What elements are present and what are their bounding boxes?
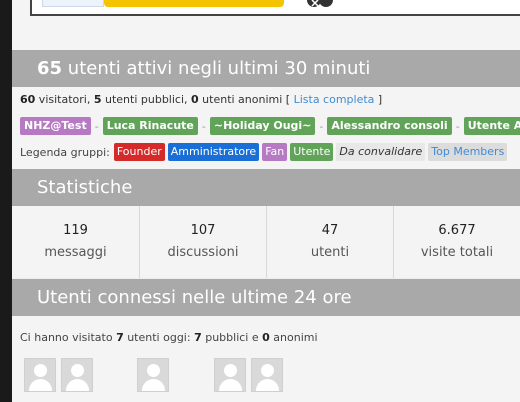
online-user-link[interactable]: ~Holiday Ougi~ xyxy=(209,117,316,135)
input-field-remnant[interactable] xyxy=(42,0,104,7)
visited-public-count: 7 xyxy=(194,331,202,344)
group-legend: Legenda gruppi: Founder Amministratore F… xyxy=(20,143,510,161)
online-user-link[interactable]: Alessandro consoli xyxy=(327,117,452,135)
visited-anon-count: 0 xyxy=(262,331,270,344)
stat-label: visite totali xyxy=(420,245,494,260)
online-users-count: 65 xyxy=(37,58,63,79)
online-user-link[interactable]: Luca Rinacute xyxy=(102,117,198,135)
stat-users: 47 utenti xyxy=(266,206,393,278)
visited-public-label: pubblici e xyxy=(201,331,263,344)
legend-label: Legenda gruppi: xyxy=(20,145,110,159)
online-users-list: NHZ@Test - Luca Rinacute - ~Holiday Ougi~ - Al… xyxy=(20,117,520,135)
avatar[interactable] xyxy=(24,358,56,392)
public-users-label: utenti pubblici, xyxy=(101,93,192,106)
visited-mid: utenti oggi: xyxy=(123,331,195,344)
connected-24h-panel: Ci hanno visitato 7 utenti oggi: 7 pubbl… xyxy=(12,316,520,402)
avatar[interactable] xyxy=(251,358,283,392)
stat-label: messaggi xyxy=(44,245,107,260)
stat-label: discussioni xyxy=(167,245,239,260)
group-pending[interactable]: Da convalidare xyxy=(336,143,426,161)
online-counts: 60 visitatori, 5 utenti pubblici, 0 uten… xyxy=(20,93,382,106)
stat-value: 107 xyxy=(190,223,216,238)
anonymous-users-count: 0 xyxy=(191,93,199,106)
online-user-link[interactable]: Utente Anonimo1 xyxy=(463,117,520,135)
group-administrator[interactable]: Amministratore xyxy=(167,143,260,161)
anonymous-users-label: utenti anonimi [ xyxy=(198,93,294,106)
visitors-count: 60 xyxy=(20,93,36,106)
user-separator: - xyxy=(455,119,460,133)
avatar[interactable] xyxy=(137,358,169,392)
visitors-label: visitatori, xyxy=(35,93,94,106)
previous-block xyxy=(12,0,520,50)
stat-discussions: 107 discussioni xyxy=(139,206,266,278)
forum-page: 65 utenti attivi negli ultimi 30 minuti … xyxy=(12,0,520,402)
stat-value: 119 xyxy=(63,223,88,238)
group-user[interactable]: Utente xyxy=(290,143,334,161)
avatar[interactable] xyxy=(214,358,246,392)
statistics-panel: 119 messaggi 107 discussioni 47 utenti 6… xyxy=(12,206,520,278)
stat-value: 47 xyxy=(321,223,339,238)
user-separator: - xyxy=(94,119,99,133)
yellow-bar xyxy=(104,0,284,7)
online-users-title: utenti attivi negli ultimi 30 minuti xyxy=(62,58,371,79)
group-top-members[interactable]: Top Members xyxy=(428,143,508,161)
stat-messages: 119 messaggi xyxy=(12,206,139,278)
user-separator: - xyxy=(201,119,206,133)
online-users-header: 65 utenti attivi negli ultimi 30 minuti xyxy=(12,50,520,87)
full-list-link[interactable]: Lista completa xyxy=(294,93,375,106)
public-users-count: 5 xyxy=(93,93,102,106)
group-fan[interactable]: Fan xyxy=(262,143,288,161)
group-founder[interactable]: Founder xyxy=(113,143,165,161)
bracket-close: ] xyxy=(374,93,383,106)
avatar-list xyxy=(24,358,324,394)
statistics-header: Statistiche xyxy=(12,169,520,206)
stat-label: utenti xyxy=(310,245,350,260)
visited-count: 7 xyxy=(116,331,124,344)
online-users-panel: 60 visitatori, 5 utenti pubblici, 0 uten… xyxy=(12,87,520,169)
stat-total-visits: 6.677 visite totali xyxy=(393,206,520,278)
visited-prefix: Ci hanno visitato xyxy=(20,331,117,344)
user-separator: - xyxy=(319,119,324,133)
close-icon[interactable] xyxy=(304,0,334,8)
visited-anon-label: anonimi xyxy=(269,331,318,344)
stat-value: 6.677 xyxy=(438,223,476,238)
online-user-link[interactable]: NHZ@Test xyxy=(20,117,91,135)
visited-today-line: Ci hanno visitato 7 utenti oggi: 7 pubbl… xyxy=(20,331,318,344)
connected-24h-header: Utenti connessi nelle ultime 24 ore xyxy=(12,279,520,316)
avatar[interactable] xyxy=(61,358,93,392)
